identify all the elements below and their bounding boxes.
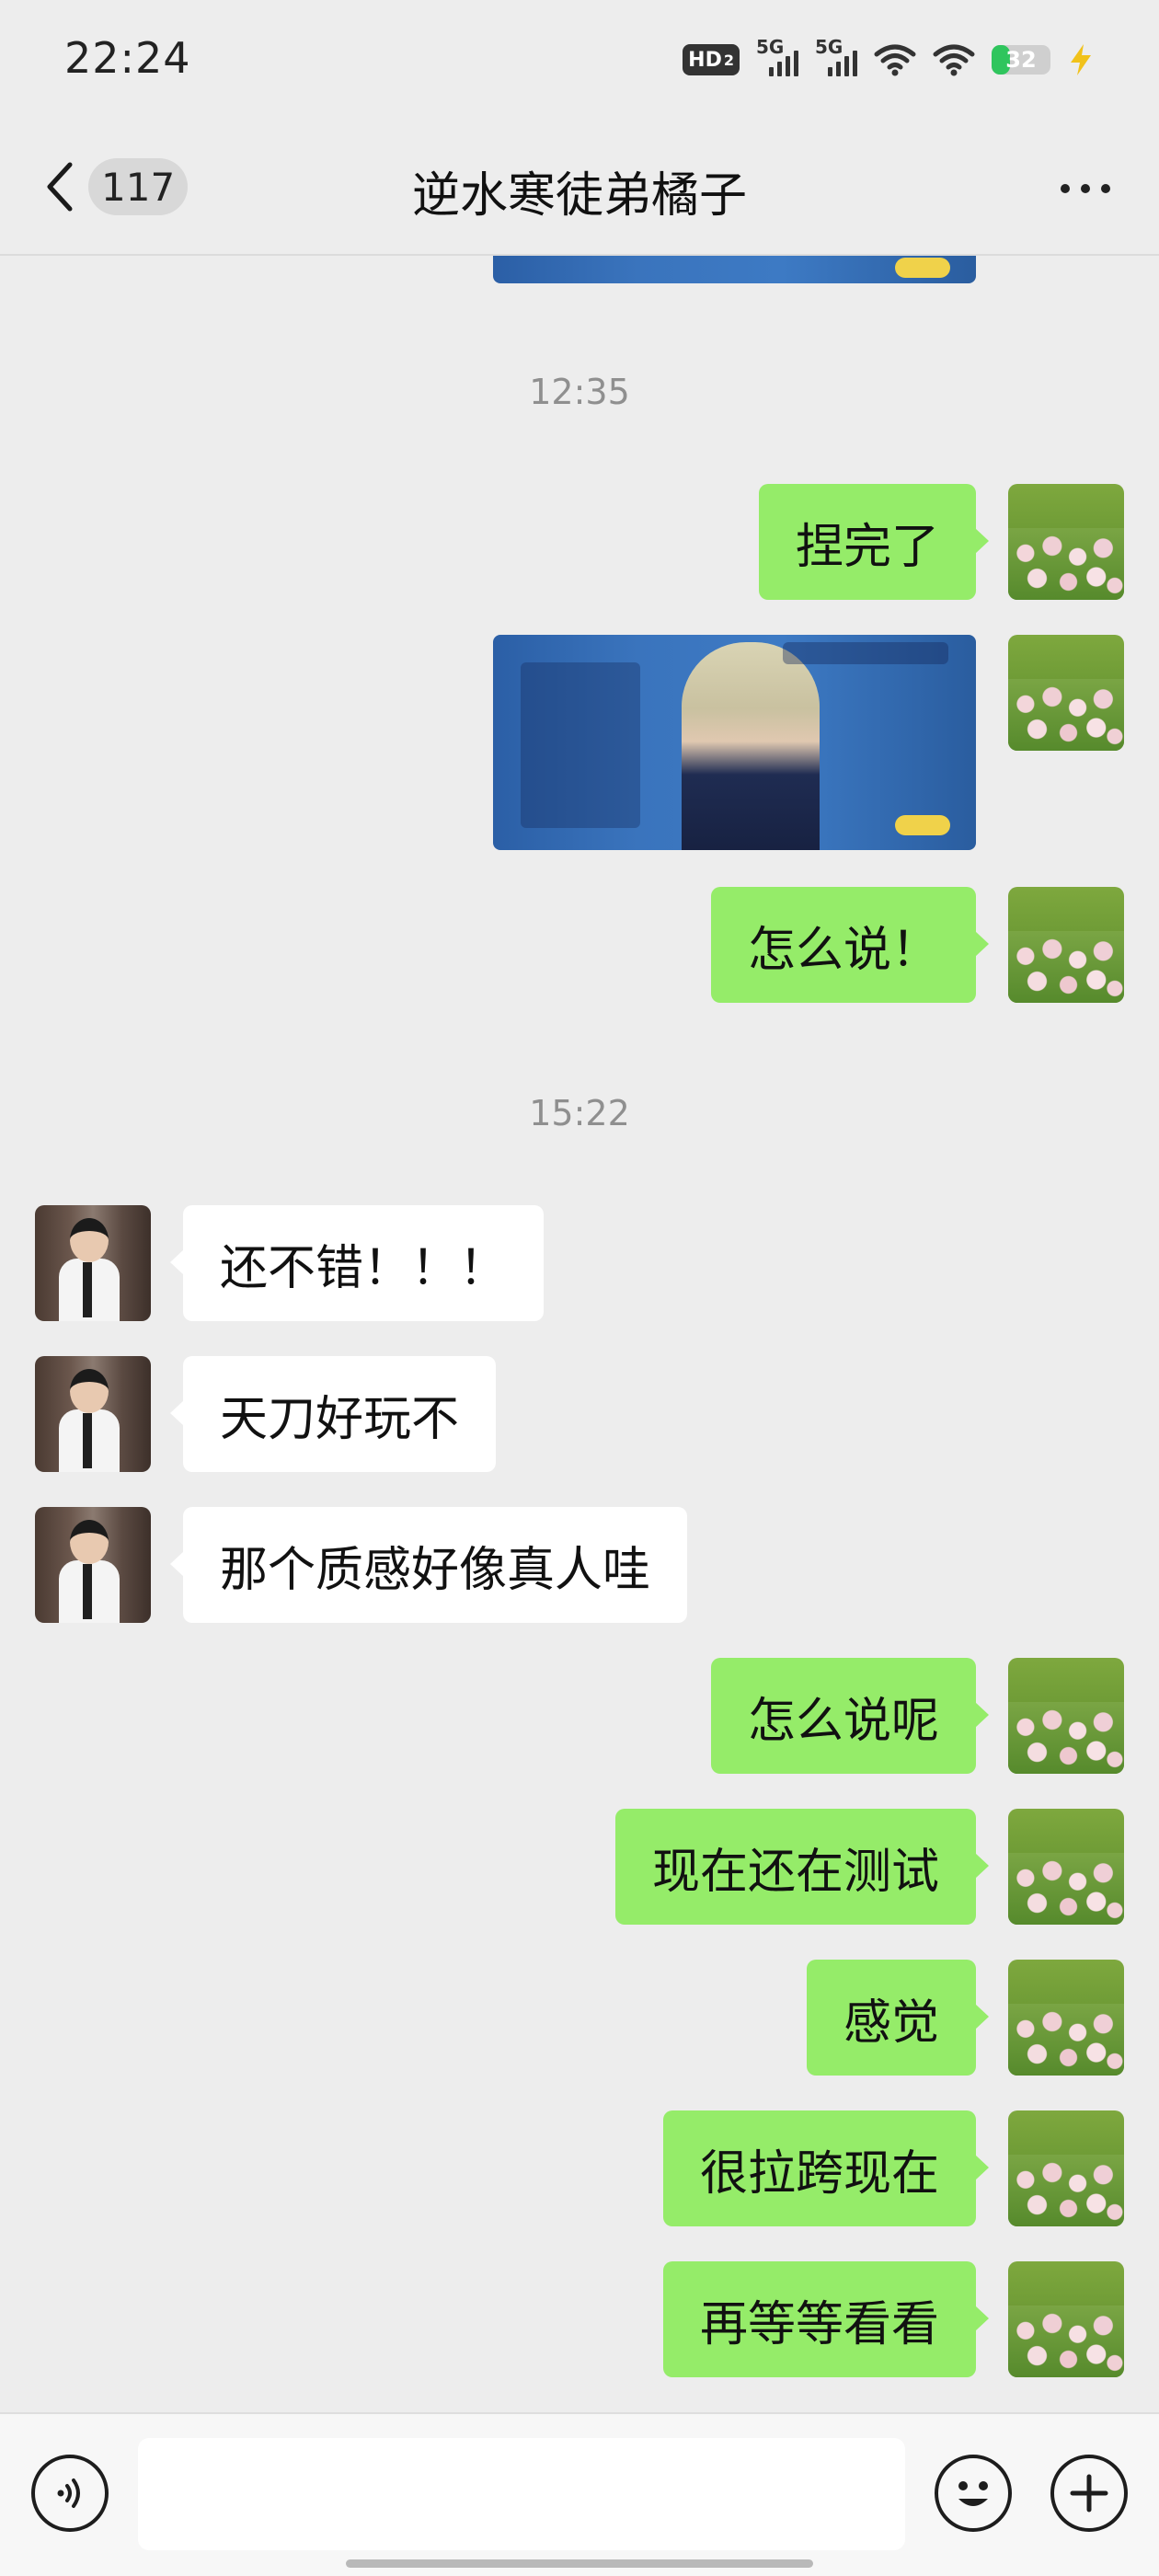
plus-icon: [1070, 2474, 1108, 2513]
voice-icon: [57, 2478, 80, 2508]
status-time: 22:24: [64, 33, 191, 83]
chat-screen: 22:24 HD 2 5G 5G 32 117 逆水寒徒弟橘子 12:35 捏完…: [0, 0, 1159, 2576]
message-bubble-self[interactable]: 再等等看看: [662, 2261, 990, 2377]
timestamp: 12:35: [529, 372, 630, 412]
avatar-self[interactable]: [1008, 1809, 1124, 1925]
image-content-hud: [783, 642, 948, 664]
status-bar: 22:24 HD 2 5G 5G 32: [0, 0, 1159, 120]
message-bubble-self[interactable]: 怎么说！: [710, 887, 990, 1003]
avatar-friend[interactable]: [35, 1205, 151, 1321]
home-indicator[interactable]: [346, 2559, 813, 2568]
message-input[interactable]: [138, 2438, 905, 2550]
avatar-self[interactable]: [1008, 1960, 1124, 2076]
voice-input-button[interactable]: [31, 2455, 109, 2532]
image-message[interactable]: [493, 635, 976, 850]
avatar-self[interactable]: [1008, 1658, 1124, 1774]
wifi-icon: [933, 44, 975, 76]
avatar-friend[interactable]: [35, 1507, 151, 1623]
message-bubble-self[interactable]: 怎么说呢: [710, 1658, 990, 1774]
message-bubble-friend[interactable]: 那个质感好像真人哇: [169, 1507, 688, 1623]
image-message-partial[interactable]: [493, 256, 976, 283]
more-options-button[interactable]: [1049, 166, 1122, 212]
wifi-icon: [874, 44, 916, 76]
image-content-menu: [521, 662, 640, 828]
message-bubble-friend[interactable]: 还不错！！！: [169, 1205, 545, 1321]
emoji-icon: [958, 2481, 988, 2506]
more-dots-icon: [1061, 184, 1070, 193]
signal-icon: 5G: [815, 36, 857, 76]
signal-icon: 5G: [756, 36, 798, 76]
hd-icon: HD 2: [683, 44, 740, 75]
avatar-self[interactable]: [1008, 2110, 1124, 2226]
charging-icon: [1071, 44, 1091, 75]
image-content-character: [682, 642, 820, 850]
avatar-friend[interactable]: [35, 1356, 151, 1472]
avatar-self[interactable]: [1008, 635, 1124, 751]
avatar-self[interactable]: [1008, 2261, 1124, 2377]
image-content-button: [895, 815, 950, 835]
chat-title: 逆水寒徒弟橘子: [411, 168, 747, 224]
chat-header: 117 逆水寒徒弟橘子: [0, 120, 1159, 256]
message-bubble-self[interactable]: 感觉: [806, 1960, 990, 2076]
message-list[interactable]: 12:35 捏完了 怎么说！ 15:22 还不错！！！ 天刀好玩不 那个质感好像…: [0, 256, 1159, 2412]
input-bar: [0, 2412, 1159, 2576]
emoji-button[interactable]: [935, 2455, 1012, 2532]
avatar-self[interactable]: [1008, 887, 1124, 1003]
timestamp: 15:22: [529, 1093, 630, 1133]
battery-icon: 32: [992, 45, 1050, 75]
more-actions-button[interactable]: [1050, 2455, 1128, 2532]
message-bubble-friend[interactable]: 天刀好玩不: [169, 1356, 497, 1472]
message-bubble-self[interactable]: 很拉跨现在: [662, 2110, 990, 2226]
status-icons: HD 2 5G 5G 32: [683, 36, 1095, 83]
message-bubble-self[interactable]: 现在还在测试: [614, 1809, 990, 1925]
message-bubble-self[interactable]: 捏完了: [758, 484, 990, 600]
avatar-self[interactable]: [1008, 484, 1124, 600]
